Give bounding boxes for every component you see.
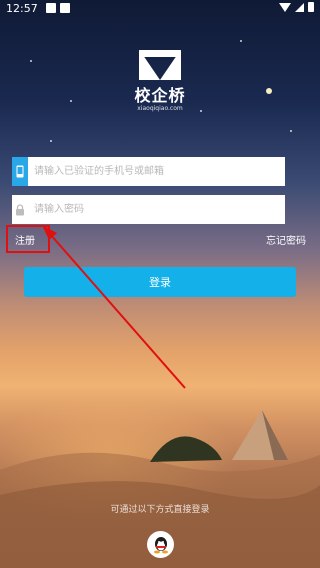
star	[70, 100, 72, 102]
notification-icon	[46, 3, 56, 13]
brand-logo: 校企桥 xiaoqiqiao.com	[125, 48, 195, 118]
qq-icon	[153, 536, 168, 553]
alternate-login-hint: 可通过以下方式直接登录	[110, 505, 210, 515]
star	[50, 140, 52, 142]
moon	[266, 88, 272, 94]
login-button[interactable]: 登录	[24, 267, 296, 297]
signal-icon	[295, 2, 304, 12]
star	[290, 130, 292, 132]
wifi-icon	[279, 2, 291, 12]
forgot-password-link[interactable]: 忘记密码	[266, 232, 306, 247]
battery-icon	[308, 2, 314, 12]
brand-name: 校企桥	[134, 86, 186, 105]
status-bar: 12:57	[0, 0, 320, 18]
logo-mark-icon	[139, 50, 181, 80]
account-field[interactable]	[12, 156, 285, 187]
star	[240, 40, 242, 42]
account-input[interactable]	[28, 156, 285, 187]
password-input[interactable]	[28, 194, 285, 225]
annotation-highlight-box	[6, 225, 50, 253]
brand-domain: xiaoqiqiao.com	[137, 105, 183, 112]
lock-icon	[12, 195, 28, 224]
status-time: 12:57	[6, 2, 38, 15]
qq-login-button[interactable]	[147, 531, 174, 558]
phone-icon	[12, 157, 28, 186]
password-field[interactable]	[12, 194, 285, 225]
star	[200, 110, 202, 112]
star	[30, 60, 32, 62]
image-notification-icon	[60, 3, 70, 13]
